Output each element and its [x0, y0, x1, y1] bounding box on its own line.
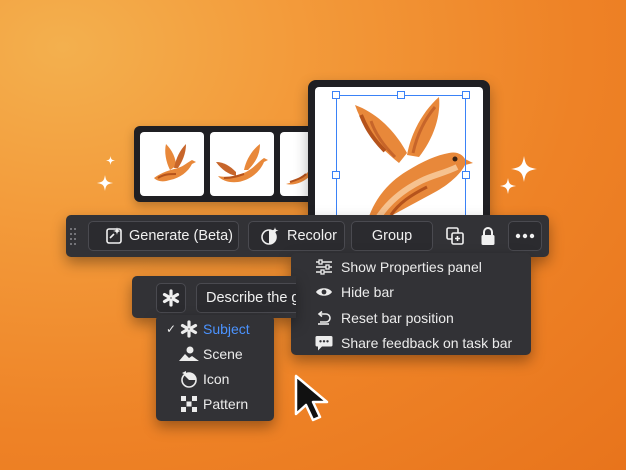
content-type-subject[interactable]: ✓ Subject	[156, 317, 274, 341]
feedback-icon	[313, 334, 335, 352]
generate-label: Generate (Beta)	[129, 228, 233, 244]
bird-image	[216, 144, 268, 183]
menu-item-show-properties[interactable]: Show Properties panel	[291, 255, 531, 279]
grip-handle-icon[interactable]	[70, 228, 78, 246]
recolor-button[interactable]: Recolor	[248, 221, 345, 251]
more-options-button[interactable]	[508, 221, 542, 251]
prompt-placeholder: Describe the g	[206, 290, 296, 306]
lock-button[interactable]	[473, 221, 503, 251]
variation-thumbnails	[134, 126, 334, 202]
menu-item-label: Reset bar position	[341, 310, 454, 326]
variation-thumbnail[interactable]	[210, 132, 274, 196]
checkmark-icon: ✓	[165, 322, 176, 336]
resize-handle[interactable]	[462, 171, 470, 179]
more-options-icon	[515, 233, 535, 239]
group-label: Group	[371, 228, 413, 244]
content-type-button[interactable]	[156, 283, 186, 313]
content-type-label: Pattern	[203, 396, 249, 412]
duplicate-icon	[446, 227, 464, 245]
eye-icon	[313, 283, 335, 301]
sparkle-wand-icon	[106, 227, 122, 244]
content-type-label: Subject	[203, 321, 250, 337]
content-type-label: Icon	[203, 371, 230, 387]
content-type-pattern[interactable]: Pattern	[156, 392, 274, 416]
scene-icon	[178, 345, 200, 363]
variation-thumbnail[interactable]	[140, 132, 204, 196]
icon-type-icon	[178, 370, 200, 388]
menu-item-share-feedback[interactable]: Share feedback on task bar	[291, 331, 531, 355]
duplicate-button[interactable]	[440, 221, 470, 251]
more-options-menu: Show Properties panel Hide bar Reset bar…	[291, 253, 531, 355]
content-type-scene[interactable]: Scene	[156, 342, 274, 366]
subject-icon	[178, 320, 200, 338]
preview-window	[308, 80, 490, 230]
sparkle-icon	[106, 156, 115, 165]
group-button[interactable]: Group	[351, 221, 433, 251]
preview-canvas	[315, 87, 483, 223]
resize-handle[interactable]	[462, 91, 470, 99]
generate-button[interactable]: Generate (Beta)	[88, 221, 239, 251]
pattern-icon	[178, 395, 200, 413]
recolor-label: Recolor	[287, 228, 337, 244]
sparkle-icon	[97, 175, 113, 191]
menu-item-label: Show Properties panel	[341, 259, 482, 275]
content-type-icon[interactable]: Icon	[156, 367, 274, 391]
content-type-label: Scene	[203, 346, 243, 362]
reset-icon	[313, 309, 335, 327]
menu-item-hide-bar[interactable]: Hide bar	[291, 280, 531, 304]
resize-handle[interactable]	[397, 91, 405, 99]
resize-handle[interactable]	[332, 171, 340, 179]
bird-image	[355, 97, 473, 223]
prompt-input[interactable]: Describe the g	[196, 283, 296, 313]
recolor-wand-icon	[261, 227, 279, 245]
resize-handle[interactable]	[332, 91, 340, 99]
asterisk-icon	[162, 289, 180, 307]
menu-item-label: Hide bar	[341, 284, 394, 300]
sliders-icon	[313, 258, 335, 276]
mouse-cursor-icon	[294, 374, 329, 422]
menu-item-label: Share feedback on task bar	[341, 335, 513, 351]
sparkle-icon	[500, 178, 516, 194]
content-type-menu: ✓ Subject Scene Icon Pattern	[156, 315, 274, 421]
bird-image	[154, 144, 196, 182]
menu-item-reset-position[interactable]: Reset bar position	[291, 306, 531, 330]
lock-icon	[481, 227, 495, 245]
